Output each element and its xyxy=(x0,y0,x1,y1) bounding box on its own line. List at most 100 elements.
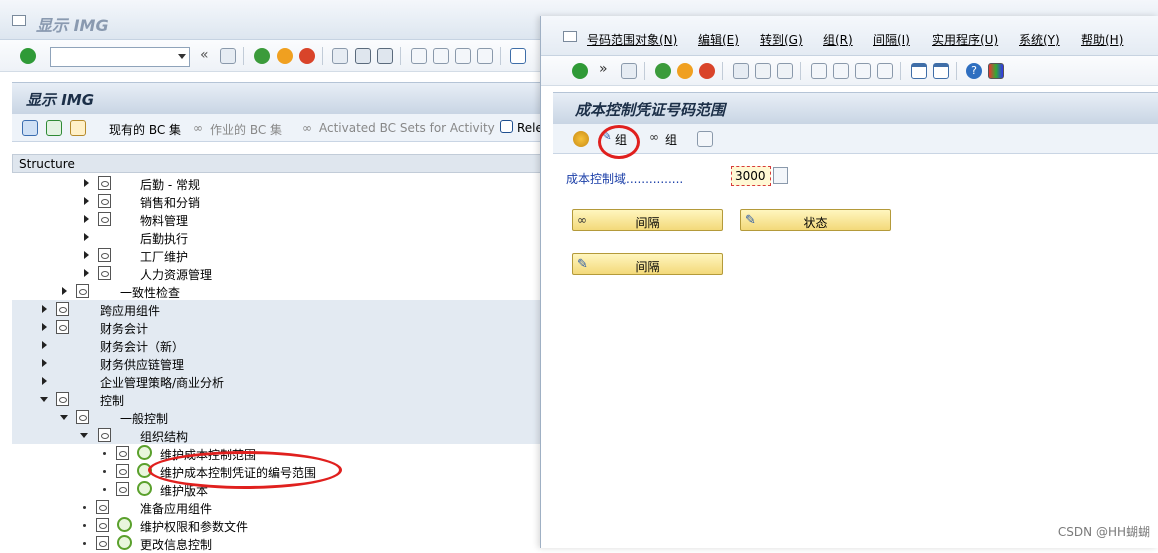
previous-page-icon[interactable] xyxy=(433,48,449,64)
shortcut-icon[interactable] xyxy=(933,63,949,79)
activity-bc-sets-button[interactable]: 作业的 BC 集 xyxy=(210,121,282,138)
menu-edit[interactable]: 编辑(E) xyxy=(698,31,739,48)
value-help-icon[interactable] xyxy=(773,167,788,184)
expand-icon[interactable] xyxy=(42,341,47,349)
last-page-icon[interactable] xyxy=(877,63,893,79)
existing-bc-sets-button[interactable]: 现有的 BC 集 xyxy=(109,121,181,138)
new-session-icon[interactable] xyxy=(911,63,927,79)
find-icon[interactable] xyxy=(755,63,771,79)
cancel-icon[interactable] xyxy=(699,63,715,79)
first-page-icon[interactable] xyxy=(411,48,427,64)
documentation-icon[interactable] xyxy=(98,248,111,262)
tree-node[interactable]: 财务供应链管理 xyxy=(12,354,552,372)
documentation-icon[interactable] xyxy=(98,212,111,226)
menu-number-range-object[interactable]: 号码范围对象(N) xyxy=(587,31,677,48)
documentation-icon[interactable] xyxy=(116,482,129,496)
expand-icon[interactable] xyxy=(42,377,47,385)
expand-all-icon[interactable] xyxy=(22,120,38,136)
back-icon[interactable] xyxy=(254,48,270,64)
expand-icon[interactable] xyxy=(62,287,67,295)
info-icon[interactable] xyxy=(500,120,513,133)
exit-icon[interactable] xyxy=(277,48,293,64)
previous-page-icon[interactable] xyxy=(833,63,849,79)
expand-icon[interactable] xyxy=(84,179,89,187)
documentation-icon[interactable] xyxy=(116,464,129,478)
execute-icon[interactable] xyxy=(137,481,152,496)
menu-interval[interactable]: 间隔(I) xyxy=(873,31,910,48)
documentation-icon[interactable] xyxy=(116,446,129,460)
change-interval-button[interactable]: ✎ 间隔 xyxy=(572,253,723,275)
expand-icon[interactable] xyxy=(84,269,89,277)
menu-group[interactable]: 组(R) xyxy=(823,31,853,48)
tree-node[interactable]: 销售和分销 xyxy=(12,192,552,210)
menu-icon[interactable] xyxy=(12,15,26,26)
expand-icon[interactable] xyxy=(84,251,89,259)
help-icon[interactable]: ? xyxy=(966,63,982,79)
documentation-icon[interactable] xyxy=(98,176,111,190)
cost-control-area-field[interactable]: 3000 xyxy=(731,166,771,186)
menu-utilities[interactable]: 实用程序(U) xyxy=(932,31,998,48)
tree-node[interactable]: 一致性检查 xyxy=(12,282,552,300)
expand-icon[interactable] xyxy=(42,323,47,331)
new-session-icon[interactable] xyxy=(510,48,526,64)
display-group-button[interactable]: 组 xyxy=(665,131,677,148)
tree-node[interactable]: 工厂维护 xyxy=(12,246,552,264)
expand-icon[interactable] xyxy=(42,359,47,367)
execute-icon[interactable] xyxy=(137,445,152,460)
expand-icon[interactable] xyxy=(84,233,89,241)
last-page-icon[interactable] xyxy=(477,48,493,64)
tree-node[interactable]: 跨应用组件 xyxy=(12,300,552,318)
execute-icon[interactable] xyxy=(117,517,132,532)
documentation-icon[interactable] xyxy=(98,194,111,208)
documentation-icon[interactable] xyxy=(98,266,111,280)
expand-toolbar-icon[interactable]: » xyxy=(599,61,608,77)
documentation-icon[interactable] xyxy=(70,120,86,136)
collapse-icon[interactable] xyxy=(40,397,48,402)
documentation-icon[interactable] xyxy=(56,320,69,334)
save-icon[interactable] xyxy=(621,63,637,79)
expand-icon[interactable] xyxy=(84,197,89,205)
documentation-icon[interactable] xyxy=(56,392,69,406)
copy-icon[interactable] xyxy=(697,131,713,147)
menu-help[interactable]: 帮助(H) xyxy=(1081,31,1123,48)
collapse-toolbar-icon[interactable]: « xyxy=(200,47,209,63)
find-next-icon[interactable] xyxy=(777,63,793,79)
status-button[interactable]: ✎ 状态 xyxy=(740,209,891,231)
tree-node[interactable]: 准备应用组件 xyxy=(12,498,552,516)
documentation-icon[interactable] xyxy=(96,500,109,514)
tree-node[interactable]: 后勤 - 常规 xyxy=(12,174,552,192)
enter-icon[interactable] xyxy=(20,48,36,64)
documentation-icon[interactable] xyxy=(76,284,89,298)
tree-node[interactable]: 财务会计（新） xyxy=(12,336,552,354)
tree-node[interactable]: 一般控制 xyxy=(12,408,552,426)
menu-icon[interactable] xyxy=(563,31,577,42)
menu-goto[interactable]: 转到(G) xyxy=(760,31,803,48)
print-icon[interactable] xyxy=(733,63,749,79)
documentation-icon[interactable] xyxy=(98,428,111,442)
next-page-icon[interactable] xyxy=(455,48,471,64)
tree-node[interactable]: 更改信息控制 xyxy=(12,534,552,552)
collapse-icon[interactable] xyxy=(60,415,68,420)
activated-bc-sets-button[interactable]: Activated BC Sets for Activity xyxy=(319,121,495,135)
find-icon[interactable] xyxy=(355,48,371,64)
next-page-icon[interactable] xyxy=(855,63,871,79)
documentation-icon[interactable] xyxy=(56,302,69,316)
tree-node[interactable]: 后勤执行 xyxy=(12,228,552,246)
cancel-icon[interactable] xyxy=(299,48,315,64)
customize-layout-icon[interactable] xyxy=(988,63,1004,79)
exit-icon[interactable] xyxy=(677,63,693,79)
chevron-down-icon[interactable] xyxy=(178,54,186,59)
documentation-icon[interactable] xyxy=(96,518,109,532)
tree-node[interactable]: 物料管理 xyxy=(12,210,552,228)
back-icon[interactable] xyxy=(655,63,671,79)
documentation-icon[interactable] xyxy=(76,410,89,424)
tree-node[interactable]: 组织结构 xyxy=(12,426,552,444)
save-icon[interactable] xyxy=(220,48,236,64)
command-field[interactable] xyxy=(50,47,190,67)
first-page-icon[interactable] xyxy=(811,63,827,79)
intervals-overview-icon[interactable] xyxy=(573,131,589,147)
collapse-icon[interactable] xyxy=(80,433,88,438)
tree-node[interactable]: 财务会计 xyxy=(12,318,552,336)
expand-icon[interactable] xyxy=(42,305,47,313)
execute-icon[interactable] xyxy=(46,120,62,136)
